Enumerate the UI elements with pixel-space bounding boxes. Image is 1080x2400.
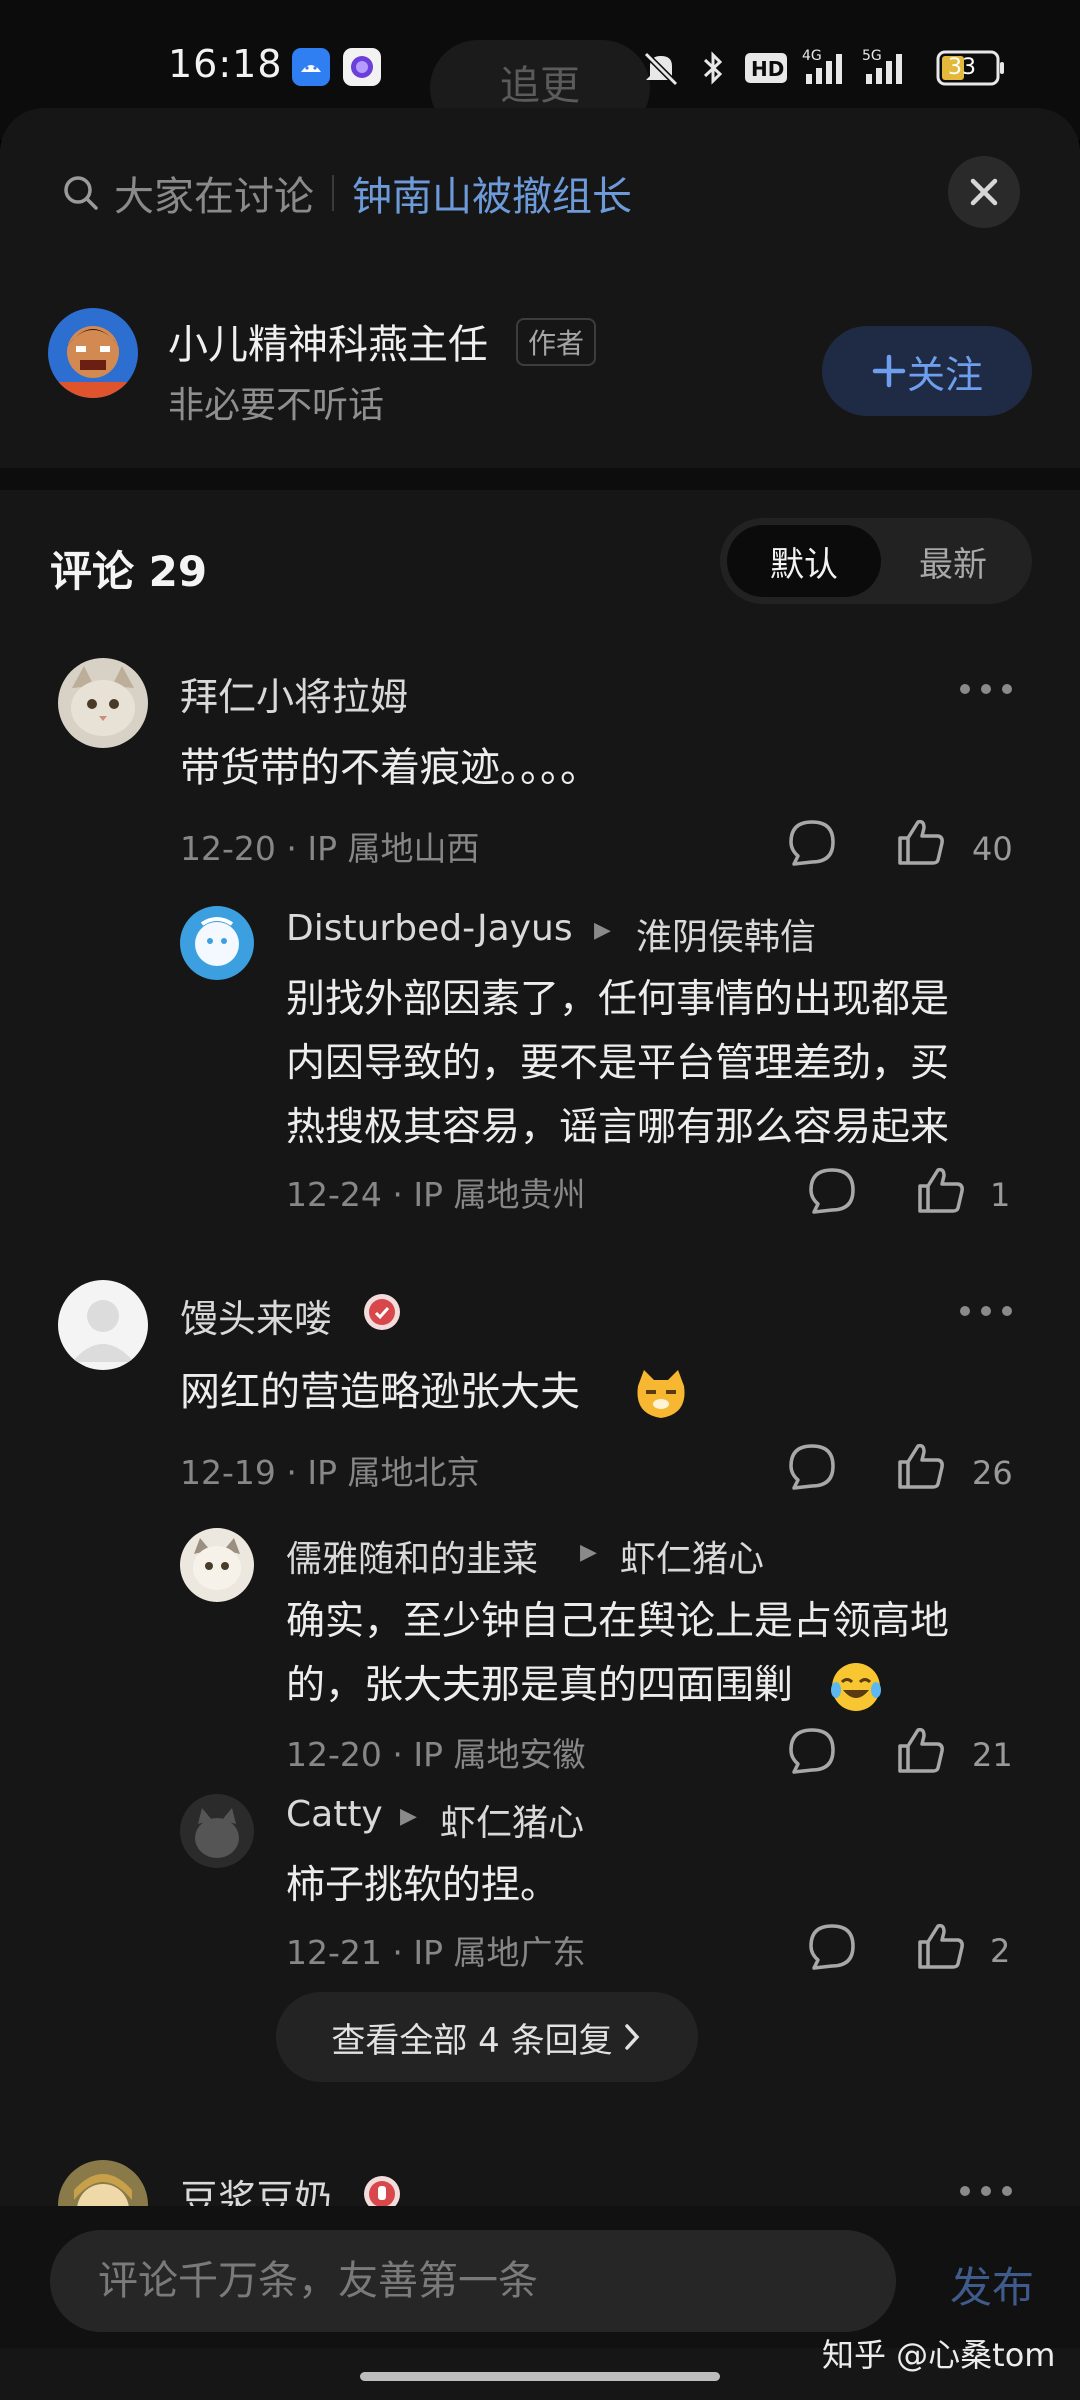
comment-icon[interactable]	[806, 1166, 858, 1216]
comment-input[interactable]: 评论千万条，友善第一条	[50, 2230, 896, 2332]
chevron-right-icon	[624, 2024, 639, 2050]
avatar[interactable]	[180, 1528, 254, 1602]
close-button[interactable]	[948, 156, 1020, 228]
hd-icon: HD	[744, 52, 788, 84]
home-indicator[interactable]	[360, 2372, 720, 2381]
sort-latest-tab[interactable]: 最新	[881, 537, 1025, 586]
section-divider	[0, 468, 1080, 490]
like-count: 26	[972, 1454, 1013, 1492]
reply-arrow-icon: ▶	[580, 1540, 597, 1565]
avatar[interactable]	[58, 1280, 148, 1370]
like-icon[interactable]	[914, 1920, 966, 1972]
reply-text-line: 别找外部因素了，任何事情的出现都是	[286, 977, 950, 1022]
author-name[interactable]: 小儿精神科燕主任	[168, 312, 488, 370]
android-app-icon	[292, 48, 330, 86]
comment-icon[interactable]	[806, 1922, 858, 1972]
more-icon[interactable]	[960, 684, 1012, 694]
comment-username[interactable]: 馒头来喽	[180, 1288, 332, 1343]
reply-to-username[interactable]: 虾仁猪心	[440, 1794, 584, 1846]
svg-text:4G: 4G	[802, 48, 822, 64]
author-avatar[interactable]	[48, 308, 138, 398]
comment-icon[interactable]	[786, 1442, 838, 1492]
avatar[interactable]	[58, 658, 148, 748]
search-prefix: 大家在讨论	[114, 174, 314, 220]
like-icon[interactable]	[894, 1440, 946, 1492]
comment-meta: 12-19 · IP 属地北京	[180, 1453, 480, 1492]
comment-icon[interactable]	[786, 1726, 838, 1776]
sort-toggle: 默认 最新	[720, 518, 1032, 604]
comment-text: 带货带的不着痕迹。。。。	[180, 745, 600, 791]
comment-meta: 12-20 · IP 属地山西	[180, 829, 480, 868]
close-icon	[970, 178, 998, 206]
badge-icon	[362, 1292, 402, 1332]
svg-text:HD: HD	[751, 57, 784, 81]
author-badge: 作者	[516, 318, 597, 366]
signal-5g-icon: 5G	[862, 46, 914, 86]
avatar[interactable]	[180, 1794, 254, 1868]
status-time: 16:18	[168, 42, 283, 86]
reply-meta: 12-24 · IP 属地贵州	[286, 1175, 586, 1214]
comments-title: 评论 29	[50, 547, 208, 596]
publish-button[interactable]: 发布	[950, 2254, 1034, 2315]
comment-username[interactable]: 拜仁小将拉姆	[180, 666, 408, 721]
signal-4g-icon: 4G	[802, 46, 850, 86]
follow-button[interactable]: 关注	[822, 326, 1032, 416]
reply-meta: 12-20 · IP 属地安徽	[286, 1735, 586, 1774]
like-count: 40	[972, 830, 1013, 868]
search-icon	[62, 173, 100, 213]
like-icon[interactable]	[894, 1724, 946, 1776]
watermark: 知乎 @心桑tom	[822, 2336, 1056, 2374]
reply-text-line: 确实，至少钟自己在舆论上是占领高地	[286, 1599, 950, 1644]
view-all-replies-button[interactable]: 查看全部 4 条回复	[276, 1992, 698, 2082]
more-icon[interactable]	[960, 2186, 1012, 2196]
reply-username[interactable]: Disturbed-Jayus	[286, 908, 573, 949]
reply-text-line: 柿子挑软的捏。	[286, 1863, 560, 1908]
bluetooth-icon	[700, 48, 726, 88]
more-icon[interactable]	[960, 1306, 1012, 1316]
reply-username[interactable]: Catty	[286, 1794, 383, 1835]
view-all-label: 查看全部 4 条回复	[331, 2020, 613, 2061]
laugh-cry-emoji-icon	[828, 1660, 884, 1714]
like-icon[interactable]	[894, 816, 946, 868]
reply-arrow-icon: ▶	[400, 1804, 417, 1829]
avatar[interactable]	[180, 906, 254, 980]
search-topic-link[interactable]: 钟南山被撤组长	[352, 164, 632, 222]
follow-label: 关注	[906, 352, 983, 397]
like-icon[interactable]	[914, 1164, 966, 1216]
svg-text:5G: 5G	[862, 48, 882, 64]
reply-to-username[interactable]: 虾仁猪心	[620, 1530, 764, 1582]
battery-level: 33	[948, 55, 976, 80]
author-subtitle: 非必要不听话	[168, 385, 385, 426]
reply-text-line: 热搜极其容易，谣言哪有那么容易起来	[286, 1105, 950, 1150]
sort-default-tab[interactable]: 默认	[727, 525, 881, 597]
reply-meta: 12-21 · IP 属地广东	[286, 1933, 586, 1972]
comment-icon[interactable]	[786, 818, 838, 868]
comment-text: 网红的营造略逊张大夫	[180, 1369, 580, 1415]
like-count: 2	[990, 1932, 1011, 1970]
reply-text-line: 内因导致的，要不是平台管理差劲，买	[286, 1041, 950, 1086]
reply-to-username[interactable]: 淮阴侯韩信	[636, 908, 816, 960]
reply-text-line: 的，张大夫那是真的四面围剿	[286, 1663, 794, 1708]
plus-icon	[872, 354, 906, 388]
search-bar[interactable]: 大家在讨论 钟南山被撤组长	[62, 160, 632, 226]
like-count: 1	[990, 1176, 1011, 1214]
reply-username[interactable]: 儒雅随和的韭菜	[286, 1530, 538, 1582]
search-separator	[332, 175, 334, 211]
like-count: 21	[972, 1736, 1013, 1774]
cat-emoji-icon	[632, 1366, 690, 1422]
mute-icon	[640, 48, 682, 88]
assistant-app-icon	[343, 48, 381, 86]
reply-arrow-icon: ▶	[594, 918, 611, 943]
